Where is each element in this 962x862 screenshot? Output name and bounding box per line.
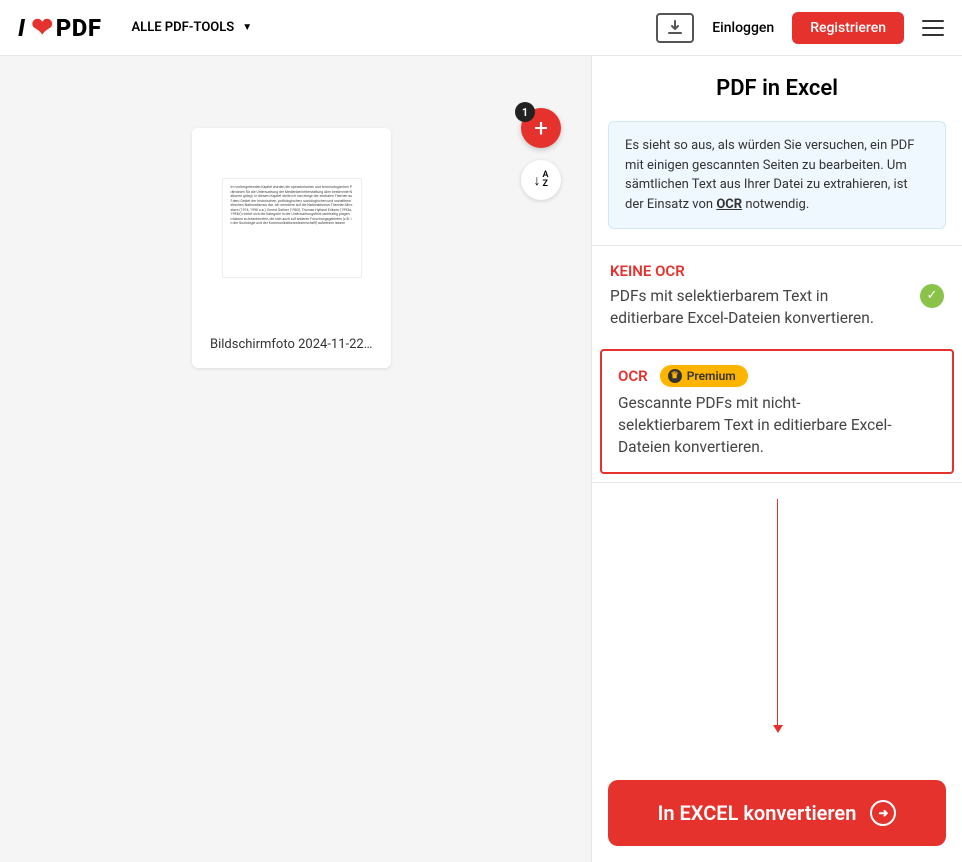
add-file-button[interactable]: 1 + [521, 108, 561, 148]
option-ocr[interactable]: OCR ♛ Premium Gescannte PDFs mit nicht-s… [600, 349, 954, 474]
logo-pdf: PDF [56, 14, 102, 42]
option-no-ocr-desc: PDFs mit selektierbarem Text in editierb… [610, 286, 944, 329]
arrow-right-circle-icon: ➜ [870, 800, 896, 826]
option-ocr-desc: Gescannte PDFs mit nicht-selektierbarem … [618, 393, 936, 458]
plus-icon: + [534, 114, 548, 142]
thumb-preview-text: Im vorhergehenden Kapitel wurden die ope… [231, 185, 353, 226]
crown-icon: ♛ [668, 369, 682, 383]
heart-icon: ❤ [31, 13, 53, 43]
info-text-2: notwendig. [742, 197, 809, 212]
file-count-badge: 1 [515, 102, 535, 122]
file-thumbnail: Im vorhergehenden Kapitel wurden die ope… [222, 178, 362, 278]
nav-all-tools[interactable]: ALLE PDF-TOOLS ▼ [131, 20, 252, 35]
convert-button-label: In EXCEL konvertieren [658, 801, 857, 825]
check-icon: ✓ [920, 284, 944, 308]
sort-button[interactable]: ↓ AZ [521, 160, 561, 200]
sidebar-title: PDF in Excel [592, 56, 962, 121]
ocr-info-box: Es sieht so aus, als würden Sie versuche… [608, 121, 946, 229]
sort-arrow-icon: ↓ [533, 172, 540, 189]
option-ocr-title-row: OCR ♛ Premium [618, 365, 936, 387]
float-buttons: 1 + ↓ AZ [521, 108, 561, 200]
nav-all-tools-label: ALLE PDF-TOOLS [131, 20, 234, 35]
logo-i: I [18, 14, 25, 42]
ocr-link[interactable]: OCR [716, 197, 742, 212]
premium-label: Premium [687, 369, 736, 383]
option-no-ocr-title: KEINE OCR [610, 262, 944, 280]
option-no-ocr[interactable]: KEINE OCR PDFs mit selektierbarem Text i… [592, 245, 962, 345]
register-button[interactable]: Registrieren [792, 12, 904, 44]
download-desktop-icon[interactable] [656, 13, 694, 43]
header-right: Einloggen Registrieren [656, 12, 944, 44]
caret-down-icon: ▼ [242, 22, 252, 33]
sidebar: PDF in Excel Es sieht so aus, als würden… [591, 56, 962, 862]
main: Im vorhergehenden Kapitel wurden die ope… [0, 56, 962, 862]
arrow-down-icon [777, 499, 778, 729]
premium-badge: ♛ Premium [660, 365, 748, 387]
header: I ❤ PDF ALLE PDF-TOOLS ▼ Einloggen Regis… [0, 0, 962, 56]
arrow-section [592, 482, 962, 768]
file-name: Bildschirmfoto 2024-11-22 um 8... [202, 327, 381, 358]
menu-icon[interactable] [922, 20, 944, 36]
logo[interactable]: I ❤ PDF [18, 13, 101, 43]
convert-button[interactable]: In EXCEL konvertieren ➜ [608, 780, 946, 846]
sort-az-icon: AZ [542, 171, 548, 189]
login-link[interactable]: Einloggen [712, 20, 774, 36]
file-card[interactable]: Im vorhergehenden Kapitel wurden die ope… [192, 128, 391, 368]
file-area: Im vorhergehenden Kapitel wurden die ope… [0, 56, 591, 862]
option-ocr-title: OCR [618, 367, 648, 385]
